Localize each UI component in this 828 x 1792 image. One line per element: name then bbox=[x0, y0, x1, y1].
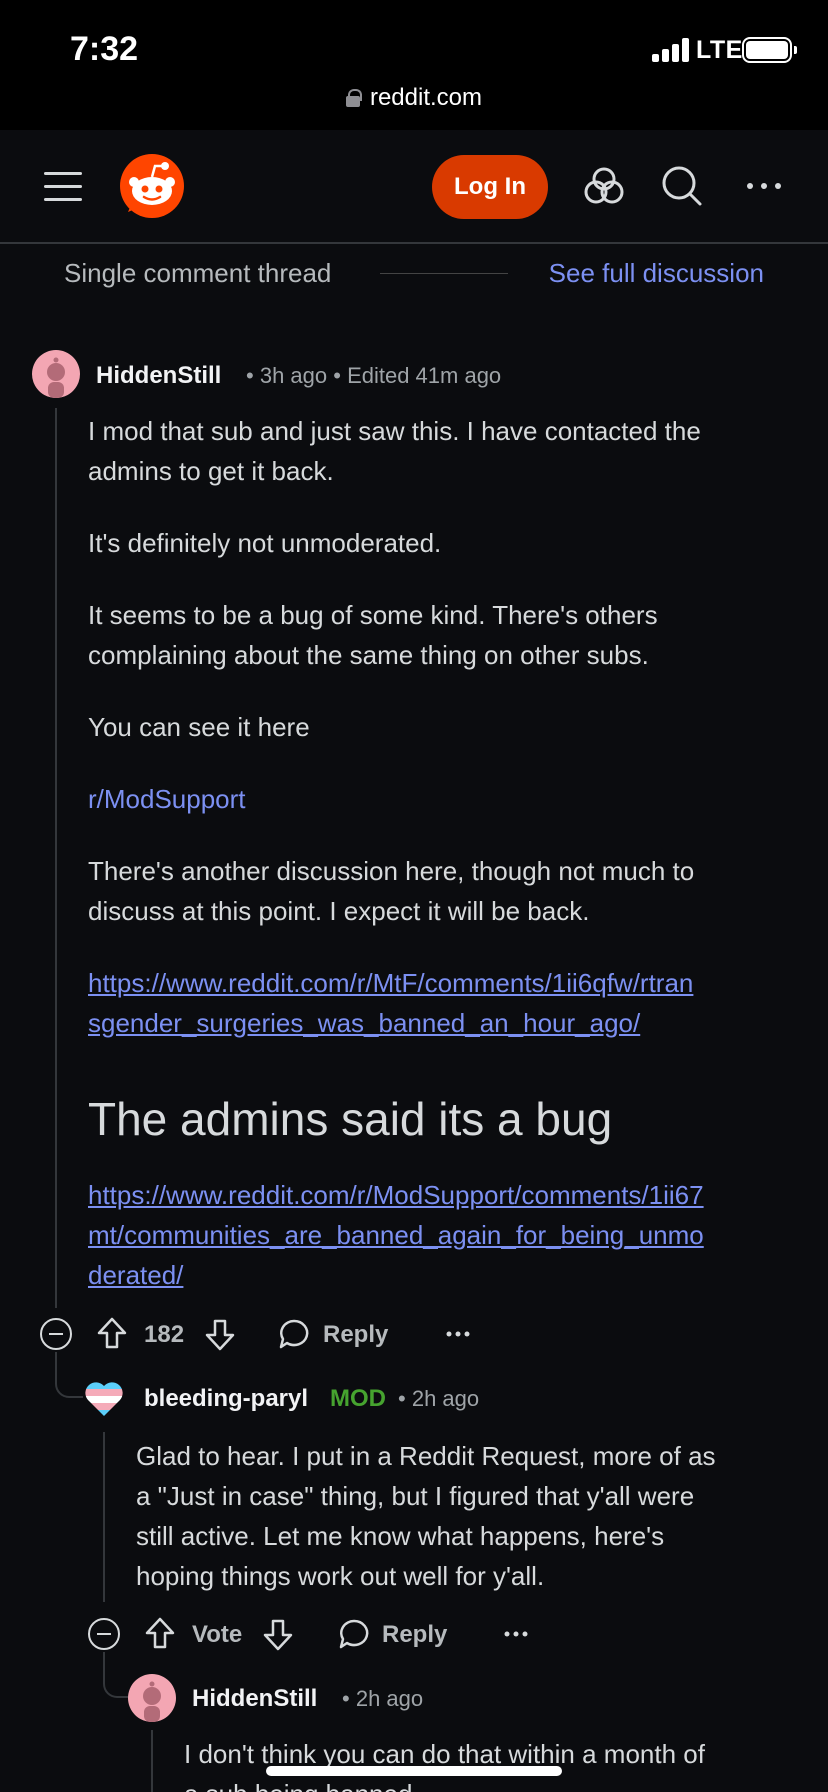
avatar[interactable] bbox=[32, 350, 80, 398]
vote-count: 182 bbox=[144, 1321, 185, 1348]
modsupport-link[interactable]: https://www.reddit.com/r/ModSupport/comm… bbox=[88, 1175, 704, 1295]
link-line[interactable]: sgender_surgeries_was_banned_an_hour_ago… bbox=[88, 1008, 640, 1038]
comment-icon[interactable] bbox=[338, 1618, 370, 1650]
signal-icon bbox=[652, 38, 692, 62]
link-line[interactable]: derated/ bbox=[88, 1260, 183, 1290]
comment-paragraph: You can see it here bbox=[88, 712, 310, 742]
comment-author[interactable]: HiddenStill bbox=[192, 1685, 317, 1713]
comment-line: Glad to hear. I put in a Reddit Request,… bbox=[136, 1441, 716, 1471]
thread-connector bbox=[55, 1352, 83, 1398]
comment-body: Glad to hear. I put in a Reddit Request,… bbox=[136, 1436, 716, 1596]
more-icon[interactable] bbox=[446, 1330, 470, 1338]
comment-time: 2h ago bbox=[411, 1386, 480, 1411]
search-icon[interactable] bbox=[660, 164, 704, 208]
avatar[interactable] bbox=[84, 1380, 124, 1418]
upvote-icon[interactable] bbox=[96, 1316, 128, 1350]
see-full-discussion-link[interactable]: See full discussion bbox=[549, 258, 764, 289]
status-time: 7:32 bbox=[70, 30, 139, 68]
address-bar[interactable]: reddit.com bbox=[0, 84, 828, 112]
comment-line: still active. Let me know what happens, … bbox=[136, 1521, 665, 1551]
collapse-icon[interactable] bbox=[88, 1618, 120, 1650]
comment-time: 3h ago bbox=[259, 363, 328, 388]
comment-body: I don't think you can do that within a m… bbox=[184, 1734, 705, 1792]
comment-paragraph: It's definitely not unmoderated. bbox=[88, 528, 442, 558]
reply-button[interactable]: Reply bbox=[323, 1321, 388, 1349]
url-text: reddit.com bbox=[369, 84, 483, 111]
thread-divider bbox=[380, 273, 508, 274]
thread-line[interactable] bbox=[55, 408, 57, 1308]
mod-flair: MOD bbox=[330, 1385, 386, 1412]
menu-icon[interactable] bbox=[44, 170, 82, 202]
comment-line: a sub being banned bbox=[184, 1779, 412, 1792]
vote-label: Vote bbox=[192, 1621, 243, 1648]
comment-paragraph: There's another discussion here, though … bbox=[88, 856, 695, 926]
comment-meta: • 3h ago • Edited 41m ago bbox=[246, 363, 502, 388]
comment-meta: • 2h ago bbox=[398, 1386, 480, 1411]
downvote-icon[interactable] bbox=[262, 1618, 294, 1652]
upvote-icon[interactable] bbox=[144, 1616, 176, 1650]
comment-icon[interactable] bbox=[278, 1318, 310, 1350]
downvote-icon[interactable] bbox=[204, 1318, 236, 1352]
more-icon[interactable] bbox=[504, 1630, 528, 1638]
thread-bar: Single comment thread See full discussio… bbox=[64, 258, 764, 290]
battery-icon bbox=[742, 37, 797, 63]
lock-icon bbox=[345, 89, 362, 107]
comment-edited: Edited 41m ago bbox=[347, 363, 502, 388]
collapse-icon[interactable] bbox=[40, 1318, 72, 1350]
reply-button[interactable]: Reply bbox=[382, 1621, 447, 1649]
thread-label: Single comment thread bbox=[64, 258, 332, 288]
comment-heading: The admins said its a bug bbox=[88, 1093, 613, 1145]
home-indicator[interactable] bbox=[266, 1766, 562, 1776]
comment-line: hoping things work out well for y'all. bbox=[136, 1561, 545, 1591]
more-icon[interactable] bbox=[742, 164, 786, 208]
comment-time: 2h ago bbox=[355, 1686, 424, 1711]
subreddit-link[interactable]: r/ModSupport bbox=[88, 779, 246, 819]
comment-paragraph: I mod that sub and just saw this. I have… bbox=[88, 416, 701, 486]
login-button[interactable]: Log In bbox=[432, 155, 548, 219]
link-line[interactable]: https://www.reddit.com/r/MtF/comments/1i… bbox=[88, 968, 693, 998]
comment-author[interactable]: HiddenStill bbox=[96, 362, 221, 390]
status-bar: 7:32 LTE reddit.com bbox=[0, 0, 828, 130]
popular-icon[interactable] bbox=[582, 164, 626, 208]
thread-connector bbox=[103, 1652, 129, 1698]
link-line[interactable]: https://www.reddit.com/r/ModSupport/comm… bbox=[88, 1180, 704, 1210]
comment-author[interactable]: bleeding-paryl bbox=[144, 1385, 308, 1413]
comment-line: I don't think you can do that within a m… bbox=[184, 1739, 705, 1769]
thread-line[interactable] bbox=[151, 1730, 153, 1792]
reddit-logo[interactable] bbox=[120, 154, 184, 218]
comment-meta: • 2h ago bbox=[342, 1686, 424, 1711]
discussion-link[interactable]: https://www.reddit.com/r/MtF/comments/1i… bbox=[88, 963, 693, 1043]
avatar[interactable] bbox=[128, 1674, 176, 1722]
site-header: Log In bbox=[0, 130, 828, 244]
comment-paragraph: It seems to be a bug of some kind. There… bbox=[88, 600, 658, 670]
comment-line: a "Just in case" thing, but I figured th… bbox=[136, 1481, 695, 1511]
link-line[interactable]: mt/communities_are_banned_again_for_bein… bbox=[88, 1220, 704, 1250]
network-label: LTE bbox=[696, 36, 743, 64]
thread-line[interactable] bbox=[103, 1432, 105, 1602]
